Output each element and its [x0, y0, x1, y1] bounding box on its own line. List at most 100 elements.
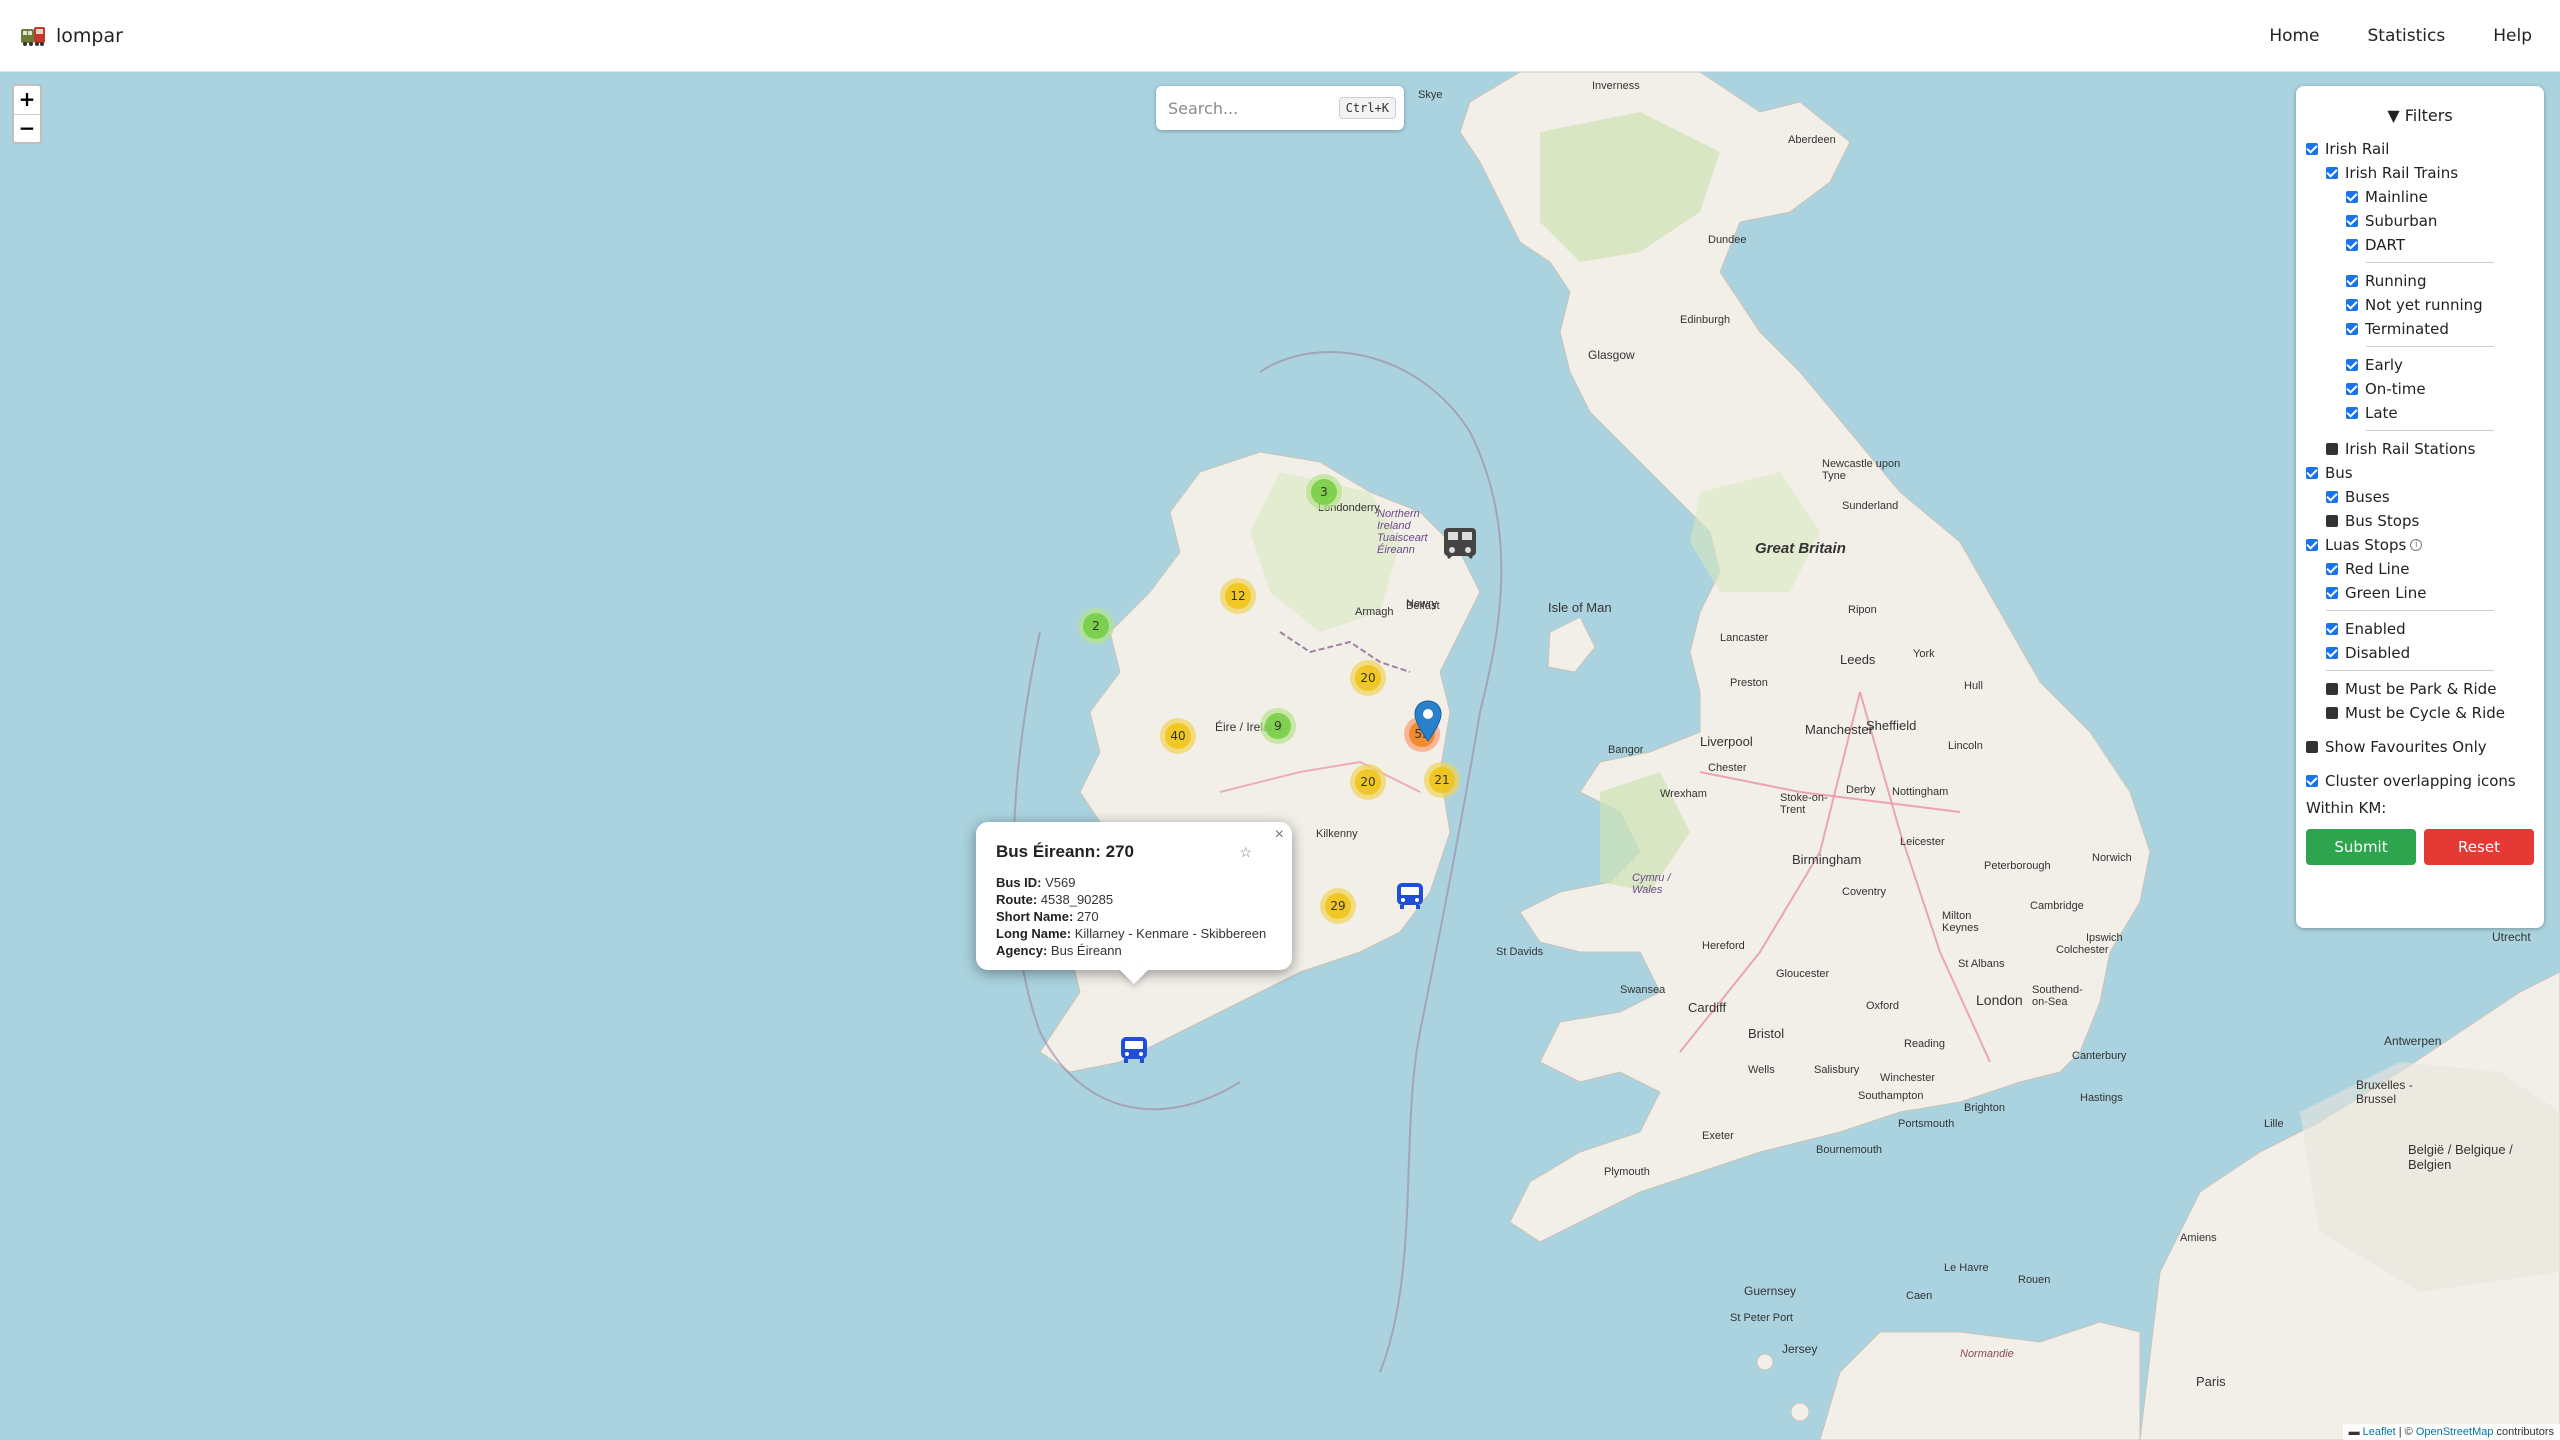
cluster-marker[interactable]: 20: [1350, 764, 1386, 800]
checkbox[interactable]: [2326, 707, 2338, 719]
train-marker-icon[interactable]: [1440, 524, 1480, 564]
checkbox[interactable]: [2326, 563, 2338, 575]
filter-green-line[interactable]: Green Line: [2306, 581, 2534, 605]
label-le-havre: Le Havre: [1944, 1262, 1989, 1274]
checkbox[interactable]: [2306, 539, 2318, 551]
cluster-marker[interactable]: 20: [1350, 660, 1386, 696]
checkbox[interactable]: [2326, 683, 2338, 695]
checkbox[interactable]: [2346, 407, 2358, 419]
checkbox[interactable]: [2306, 775, 2318, 787]
nav-help[interactable]: Help: [2493, 26, 2532, 46]
checkbox[interactable]: [2306, 741, 2318, 753]
filter-on-time[interactable]: On-time: [2286, 377, 2534, 401]
checkbox[interactable]: [2346, 191, 2358, 203]
filter-red-line[interactable]: Red Line: [2306, 557, 2534, 581]
checkbox[interactable]: [2346, 359, 2358, 371]
filter-dart[interactable]: DART: [2286, 233, 2534, 257]
label-aberdeen: Aberdeen: [1788, 134, 1836, 146]
cluster-marker[interactable]: 2: [1078, 608, 1114, 644]
checkbox[interactable]: [2346, 215, 2358, 227]
label-plymouth: Plymouth: [1604, 1166, 1650, 1178]
checkbox[interactable]: [2326, 515, 2338, 527]
bus-marker-icon[interactable]: [1118, 1034, 1150, 1066]
checkbox[interactable]: [2346, 275, 2358, 287]
location-pin-icon[interactable]: [1414, 700, 1442, 742]
checkbox[interactable]: [2326, 647, 2338, 659]
filters-toggle[interactable]: ▼ Filters: [2306, 106, 2534, 125]
checkbox[interactable]: [2326, 623, 2338, 635]
label-manchester: Manchester: [1805, 722, 1873, 737]
checkbox[interactable]: [2326, 167, 2338, 179]
label-ipswich: Ipswich: [2086, 932, 2123, 944]
checkbox[interactable]: [2306, 143, 2318, 155]
filter-suburban[interactable]: Suburban: [2286, 209, 2534, 233]
filter-favourites-only[interactable]: Show Favourites Only: [2306, 735, 2534, 759]
search-input[interactable]: [1166, 97, 1336, 119]
filter-park-ride[interactable]: Must be Park & Ride: [2306, 677, 2534, 701]
filter-enabled[interactable]: Enabled: [2306, 617, 2534, 641]
checkbox[interactable]: [2346, 323, 2358, 335]
cluster-marker[interactable]: 9: [1260, 708, 1296, 744]
favourite-star-icon[interactable]: ☆: [1239, 844, 1252, 861]
checkbox[interactable]: [2346, 299, 2358, 311]
leaflet-link[interactable]: Leaflet: [2363, 1426, 2396, 1438]
bus-marker-icon[interactable]: [1394, 880, 1426, 912]
label-cambridge: Cambridge: [2030, 900, 2084, 912]
popup-short-name: Short Name: 270: [996, 909, 1099, 924]
map-base-layer: [0, 72, 2560, 1440]
filter-mainline[interactable]: Mainline: [2286, 185, 2534, 209]
filter-cluster-icons[interactable]: Cluster overlapping icons: [2306, 769, 2534, 793]
label-sheffield: Sheffield: [1866, 718, 1917, 733]
checkbox[interactable]: [2326, 491, 2338, 503]
label-lincoln: Lincoln: [1948, 740, 1983, 752]
checkbox[interactable]: [2346, 239, 2358, 251]
checkbox[interactable]: [2306, 467, 2318, 479]
cluster-marker[interactable]: 21: [1424, 762, 1460, 798]
checkbox[interactable]: [2346, 383, 2358, 395]
zoom-out-button[interactable]: −: [14, 114, 40, 142]
label-edinburgh: Edinburgh: [1680, 314, 1731, 326]
nav-home[interactable]: Home: [2269, 26, 2319, 46]
filter-irish-rail-trains[interactable]: Irish Rail Trains: [2306, 161, 2534, 185]
cluster-marker[interactable]: 40: [1160, 718, 1196, 754]
label-st-albans: St Albans: [1958, 958, 2005, 970]
filter-buses[interactable]: Buses: [2306, 485, 2534, 509]
popup-title: Bus Éireann: 270: [996, 842, 1134, 861]
label-inverness: Inverness: [1592, 80, 1640, 92]
filter-early[interactable]: Early: [2286, 353, 2534, 377]
label-dundee: Dundee: [1708, 234, 1747, 246]
submit-button[interactable]: Submit: [2306, 829, 2416, 865]
checkbox[interactable]: [2326, 587, 2338, 599]
osm-link[interactable]: OpenStreetMap: [2416, 1426, 2494, 1438]
filter-luas-stops[interactable]: Luas Stops i: [2306, 533, 2534, 557]
reset-button[interactable]: Reset: [2424, 829, 2534, 865]
filter-bus[interactable]: Bus: [2306, 461, 2534, 485]
label-brussels: Bruxelles - Brussel: [2356, 1078, 2413, 1106]
cluster-marker[interactable]: 12: [1220, 578, 1256, 614]
zoom-in-button[interactable]: +: [14, 86, 40, 114]
filter-disabled[interactable]: Disabled: [2306, 641, 2534, 665]
brand[interactable]: lompar: [20, 25, 123, 47]
filter-irish-rail-stations[interactable]: Irish Rail Stations: [2306, 437, 2534, 461]
filter-terminated[interactable]: Terminated: [2286, 317, 2534, 341]
divider: [2366, 346, 2494, 347]
close-icon[interactable]: ×: [1275, 826, 1284, 844]
filter-running[interactable]: Running: [2286, 269, 2534, 293]
label-st-davids: St Davids: [1496, 946, 1544, 958]
cluster-marker[interactable]: 3: [1306, 474, 1342, 510]
label-southampton: Southampton: [1858, 1090, 1924, 1102]
filter-irish-rail[interactable]: Irish Rail: [2306, 137, 2534, 161]
info-icon[interactable]: i: [2410, 539, 2423, 551]
filter-bus-stops[interactable]: Bus Stops: [2306, 509, 2534, 533]
cluster-marker[interactable]: 29: [1320, 888, 1356, 924]
map[interactable]: Great Britain Isle of Man Northern Irela…: [0, 72, 2560, 1440]
label-st-peter-port: St Peter Port: [1730, 1312, 1793, 1324]
filter-cycle-ride[interactable]: Must be Cycle & Ride: [2306, 701, 2534, 725]
label-portsmouth: Portsmouth: [1898, 1118, 1955, 1130]
filter-late[interactable]: Late: [2286, 401, 2534, 425]
popup-route: Route: 4538_90285: [996, 892, 1114, 907]
nav-statistics[interactable]: Statistics: [2368, 26, 2446, 46]
filter-not-yet-running[interactable]: Not yet running: [2286, 293, 2534, 317]
checkbox[interactable]: [2326, 443, 2338, 455]
label-paris: Paris: [2196, 1374, 2226, 1389]
